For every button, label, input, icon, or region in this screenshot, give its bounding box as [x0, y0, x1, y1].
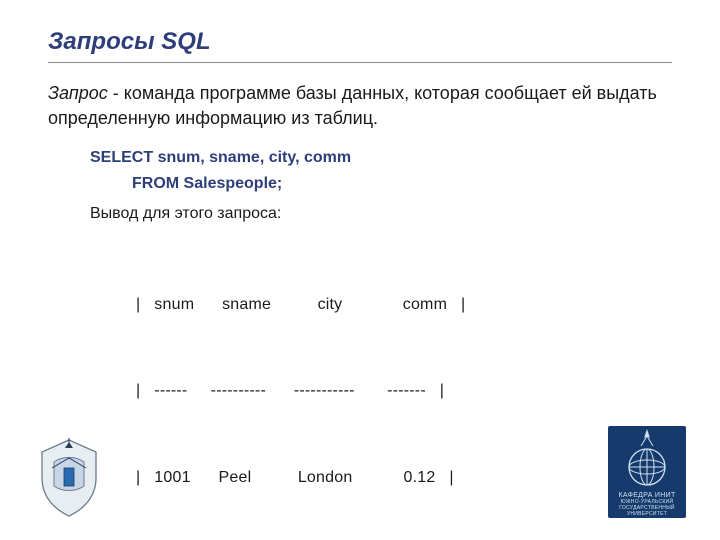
sql-line-1: SELECT snum, sname, city, comm [90, 149, 672, 167]
university-shield-logo [34, 438, 104, 518]
dept-name: КАФЕДРА ИНИТ [612, 492, 682, 499]
slide-title: Запросы SQL [48, 28, 672, 56]
department-logo: КАФЕДРА ИНИТ ЮЖНО-УРАЛЬСКИЙ ГОСУДАРСТВЕН… [608, 426, 686, 518]
lead-paragraph: Запрос - команда программе базы данных, … [48, 81, 672, 131]
output-label: Вывод для этого запроса: [90, 205, 672, 223]
university-name: ЮЖНО-УРАЛЬСКИЙ ГОСУДАРСТВЕННЫЙ УНИВЕРСИТ… [612, 499, 682, 517]
globe-icon [626, 446, 668, 488]
lead-term: Запрос [48, 83, 108, 103]
lead-rest: - команда программе базы данных, которая… [48, 83, 657, 128]
shield-icon [34, 438, 104, 518]
table-header: | snum sname city comm | [136, 291, 672, 320]
table-separator: | ------ ---------- ----------- ------- … [136, 377, 672, 406]
compass-icon [637, 428, 657, 448]
title-divider [48, 62, 672, 63]
output-table: | snum sname city comm | | ------ ------… [136, 233, 672, 540]
sql-line-2: FROM Salespeople; [132, 175, 672, 193]
table-row: | 1001 Peel London 0.12 | [136, 464, 672, 493]
